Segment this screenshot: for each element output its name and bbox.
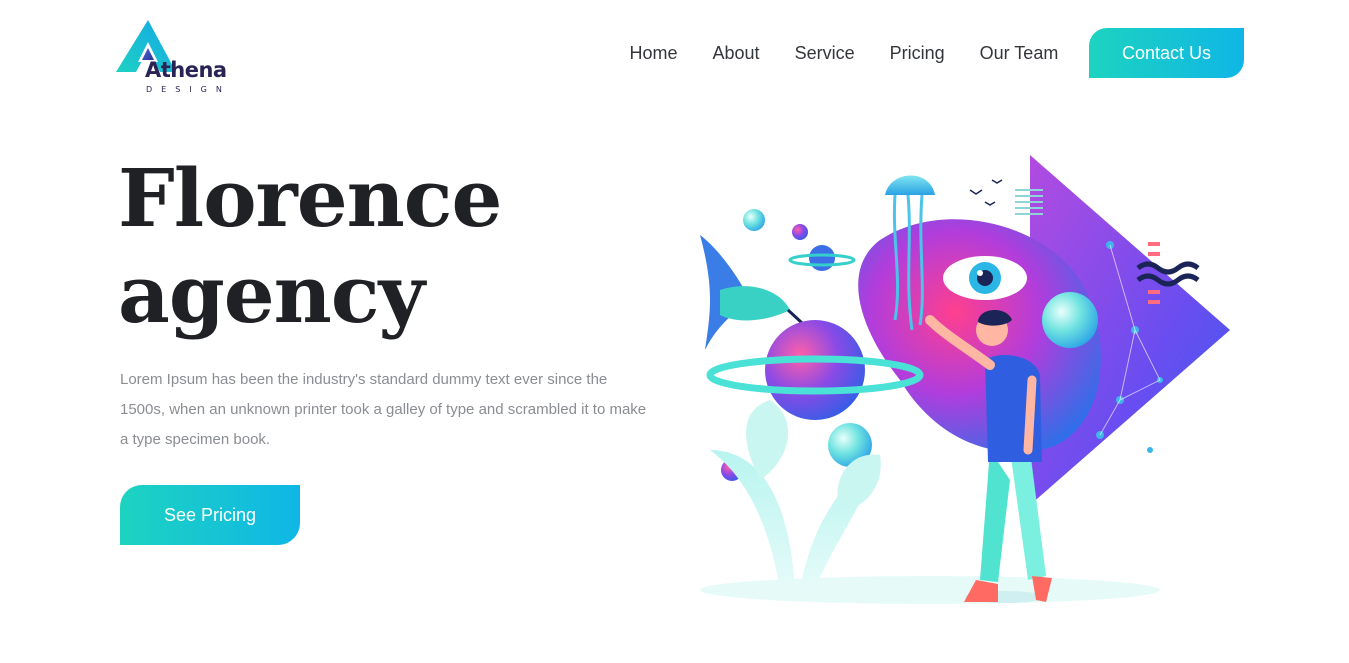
brand-logo[interactable]: Athena DESIGN: [114, 20, 244, 100]
nav-link-our-team[interactable]: Our Team: [962, 42, 1076, 64]
nav-link-pricing[interactable]: Pricing: [872, 42, 962, 64]
hero-title-line-2: agency: [118, 247, 425, 341]
main-nav: Home About Service Pricing Our Team: [612, 42, 1076, 64]
hero-title: Florence agency: [118, 150, 502, 342]
nav-link-service[interactable]: Service: [777, 42, 872, 64]
nav-link-about[interactable]: About: [695, 42, 777, 64]
nav-link-home[interactable]: Home: [612, 42, 695, 64]
landing-page: Athena DESIGN Home About Service Pricing…: [0, 0, 1349, 663]
person-with-surreal-art-illustration: [700, 155, 1230, 604]
brand-subtitle: DESIGN: [146, 85, 231, 94]
hero-description: Lorem Ipsum has been the industry's stan…: [120, 371, 647, 448]
see-pricing-button[interactable]: See Pricing: [120, 485, 300, 545]
contact-us-button[interactable]: Contact Us: [1089, 28, 1244, 78]
hero-title-line-1: Florence: [118, 151, 502, 245]
brand-name: Athena: [145, 58, 227, 82]
